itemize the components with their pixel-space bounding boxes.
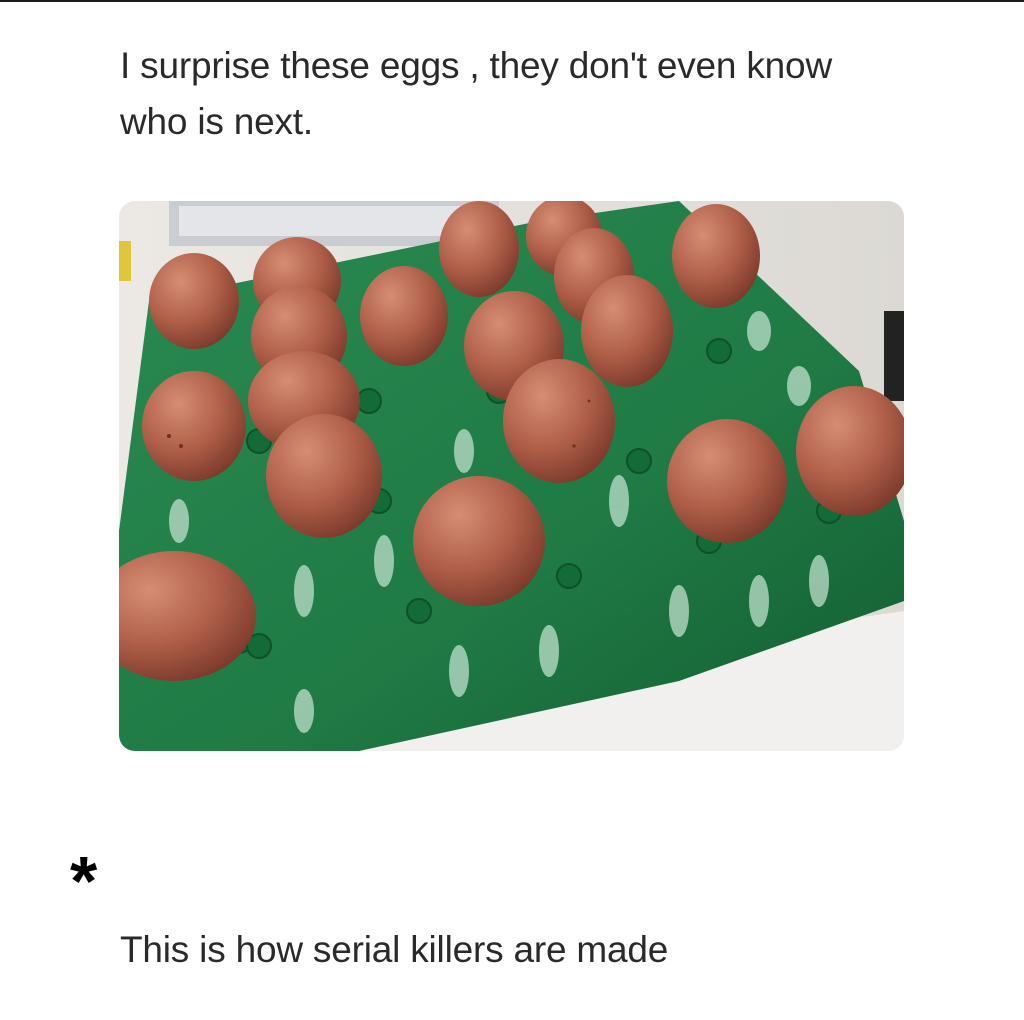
top-border [0,0,1024,2]
annotation-marker: * [70,842,98,920]
egg-tray-photo [119,201,904,751]
post-caption: I surprise these eggs , they don't even … [120,45,832,142]
annotation-text: This is how serial killers are made [120,929,669,970]
